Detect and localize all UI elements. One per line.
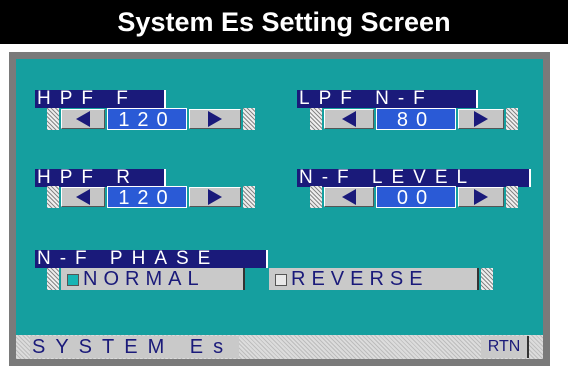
right-cap <box>506 108 518 130</box>
left-triangle-icon <box>342 189 356 205</box>
checkbox-unchecked-icon <box>275 273 287 286</box>
right-triangle-icon <box>208 111 222 127</box>
page-title: System Es Setting Screen <box>0 0 568 44</box>
right-triangle-icon <box>474 111 488 127</box>
right-cap <box>481 268 493 290</box>
lpf-nf-decrement-button[interactable] <box>324 109 374 129</box>
hpf-f-label: HPF F <box>35 90 166 108</box>
left-triangle-icon <box>76 189 90 205</box>
settings-screen: HPF F 120 LPF N-F 80 HPF R 120 N-F LEVEL… <box>16 59 543 359</box>
nf-level-increment-button[interactable] <box>458 187 504 207</box>
hpf-f-decrement-button[interactable] <box>61 109 105 129</box>
hpf-f-increment-button[interactable] <box>189 109 241 129</box>
reverse-option-label: REVERSE <box>291 268 429 290</box>
left-triangle-icon <box>76 111 90 127</box>
right-cap <box>243 108 255 130</box>
right-triangle-icon <box>208 189 222 205</box>
display-frame: HPF F 120 LPF N-F 80 HPF R 120 N-F LEVEL… <box>9 52 550 366</box>
checkbox-checked-icon <box>67 273 79 286</box>
lpf-nf-label: LPF N-F <box>297 90 478 108</box>
left-triangle-icon <box>342 111 356 127</box>
return-button[interactable]: RTN <box>481 336 529 358</box>
left-cap <box>47 108 59 130</box>
hpf-f-control: 120 <box>47 108 259 131</box>
left-cap <box>310 108 322 130</box>
hpf-r-value: 120 <box>107 186 187 209</box>
normal-option-label: NORMAL <box>83 268 205 290</box>
nf-phase-reverse-option[interactable]: REVERSE <box>269 268 479 290</box>
right-cap <box>506 186 518 208</box>
left-cap <box>310 186 322 208</box>
lpf-nf-value: 80 <box>376 108 456 131</box>
lpf-nf-increment-button[interactable] <box>458 109 504 129</box>
left-cap <box>47 268 59 290</box>
nf-level-value: 00 <box>376 186 456 209</box>
nf-phase-label: N-F PHASE <box>35 250 268 268</box>
nf-level-label: N-F LEVEL <box>297 169 531 187</box>
nf-level-decrement-button[interactable] <box>324 187 374 207</box>
lpf-nf-control: 80 <box>310 108 520 131</box>
nf-phase-normal-option[interactable]: NORMAL <box>61 268 245 290</box>
hpf-r-label: HPF R <box>35 169 166 187</box>
hpf-r-decrement-button[interactable] <box>61 187 105 207</box>
left-cap <box>47 186 59 208</box>
hpf-f-value: 120 <box>107 108 187 131</box>
right-triangle-icon <box>474 189 488 205</box>
nf-level-control: 00 <box>310 186 520 209</box>
screen-name-label: SYSTEM Es <box>30 336 240 358</box>
hpf-r-increment-button[interactable] <box>189 187 241 207</box>
bottom-status-bar: SYSTEM Es RTN <box>16 335 543 359</box>
hpf-r-control: 120 <box>47 186 259 209</box>
right-cap <box>243 186 255 208</box>
